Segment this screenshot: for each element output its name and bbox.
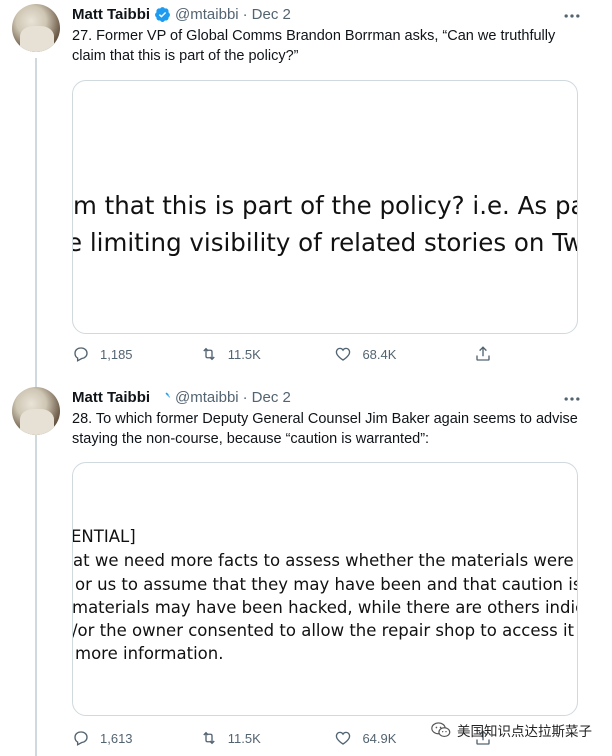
retweet-count: 11.5K <box>227 346 261 362</box>
like-count: 64.9K <box>362 730 397 746</box>
media-text-line: ENTIAL] <box>72 527 136 546</box>
author-handle[interactable]: @mtaibbi <box>175 6 239 23</box>
tweet-media-image[interactable]: m that this is part of the policy? i.e. … <box>72 80 578 334</box>
media-text-line: or us to assume that they may have been … <box>75 575 578 594</box>
tweet-date[interactable]: Dec 2 <box>252 6 291 23</box>
verified-icon <box>158 392 170 401</box>
like-icon <box>336 731 351 745</box>
reply-count: 1,185 <box>100 346 133 362</box>
tweet-date[interactable]: Dec 2 <box>252 389 291 406</box>
watermark: 美国知识点达拉斯菜子 <box>431 720 592 740</box>
media-text-line: m that this is part of the policy? i.e. … <box>73 191 578 220</box>
author-name[interactable]: Matt Taibbi <box>72 6 150 23</box>
verified-icon <box>155 7 170 22</box>
retweet-count: 11.5K <box>227 730 261 746</box>
avatar[interactable] <box>12 387 60 435</box>
media-text-line: /or the owner consented to allow the rep… <box>72 621 578 640</box>
share-icon <box>476 346 490 361</box>
share-button[interactable] <box>474 345 502 363</box>
reply-count: 1,613 <box>100 730 133 746</box>
media-text-line: at we need more facts to assess whether … <box>73 551 578 570</box>
author-handle[interactable]: @mtaibbi <box>175 389 239 406</box>
retweet-button[interactable]: 11.5K <box>200 345 335 363</box>
tweet-header: Matt Taibbi @mtaibbi · Dec 2 <box>72 389 291 406</box>
tweet[interactable]: Matt Taibbi @mtaibbi · Dec 2 27. Former … <box>0 0 612 383</box>
separator-dot: · <box>242 6 248 23</box>
reply-icon <box>74 347 88 362</box>
tweet-media-image[interactable]: ENTIAL] at we need more facts to assess … <box>72 462 578 716</box>
reply-icon <box>74 731 88 746</box>
like-count: 68.4K <box>362 346 397 362</box>
tweet-actions: 1,185 11.5K 68.4K <box>72 345 502 363</box>
reply-button[interactable]: 1,613 <box>72 729 200 747</box>
reply-button[interactable]: 1,185 <box>72 345 200 363</box>
media-text-line: more information. <box>75 644 224 663</box>
separator-dot: · <box>242 389 248 406</box>
avatar[interactable] <box>12 4 60 52</box>
watermark-text: 美国知识点达拉斯菜子 <box>457 724 592 739</box>
retweet-icon <box>203 731 215 745</box>
like-icon <box>336 347 351 361</box>
tweet-text: 27. Former VP of Global Comms Brandon Bo… <box>72 28 556 64</box>
retweet-icon <box>203 347 215 361</box>
tweet-text: 28. To which former Deputy General Couns… <box>72 411 578 447</box>
tweet-header: Matt Taibbi @mtaibbi · Dec 2 <box>72 6 291 23</box>
like-button[interactable]: 68.4K <box>334 345 474 363</box>
wechat-icon <box>431 722 451 737</box>
author-name[interactable]: Matt Taibbi <box>72 389 150 406</box>
retweet-button[interactable]: 11.5K <box>200 729 335 747</box>
media-text-line: materials may have been hacked, while th… <box>72 598 578 617</box>
more-icon[interactable] <box>562 8 582 24</box>
tweet[interactable]: Matt Taibbi @mtaibbi · Dec 2 28. To whic… <box>0 383 612 756</box>
more-icon[interactable] <box>562 391 582 407</box>
media-text-line: e limiting visibility of related stories… <box>72 228 578 257</box>
